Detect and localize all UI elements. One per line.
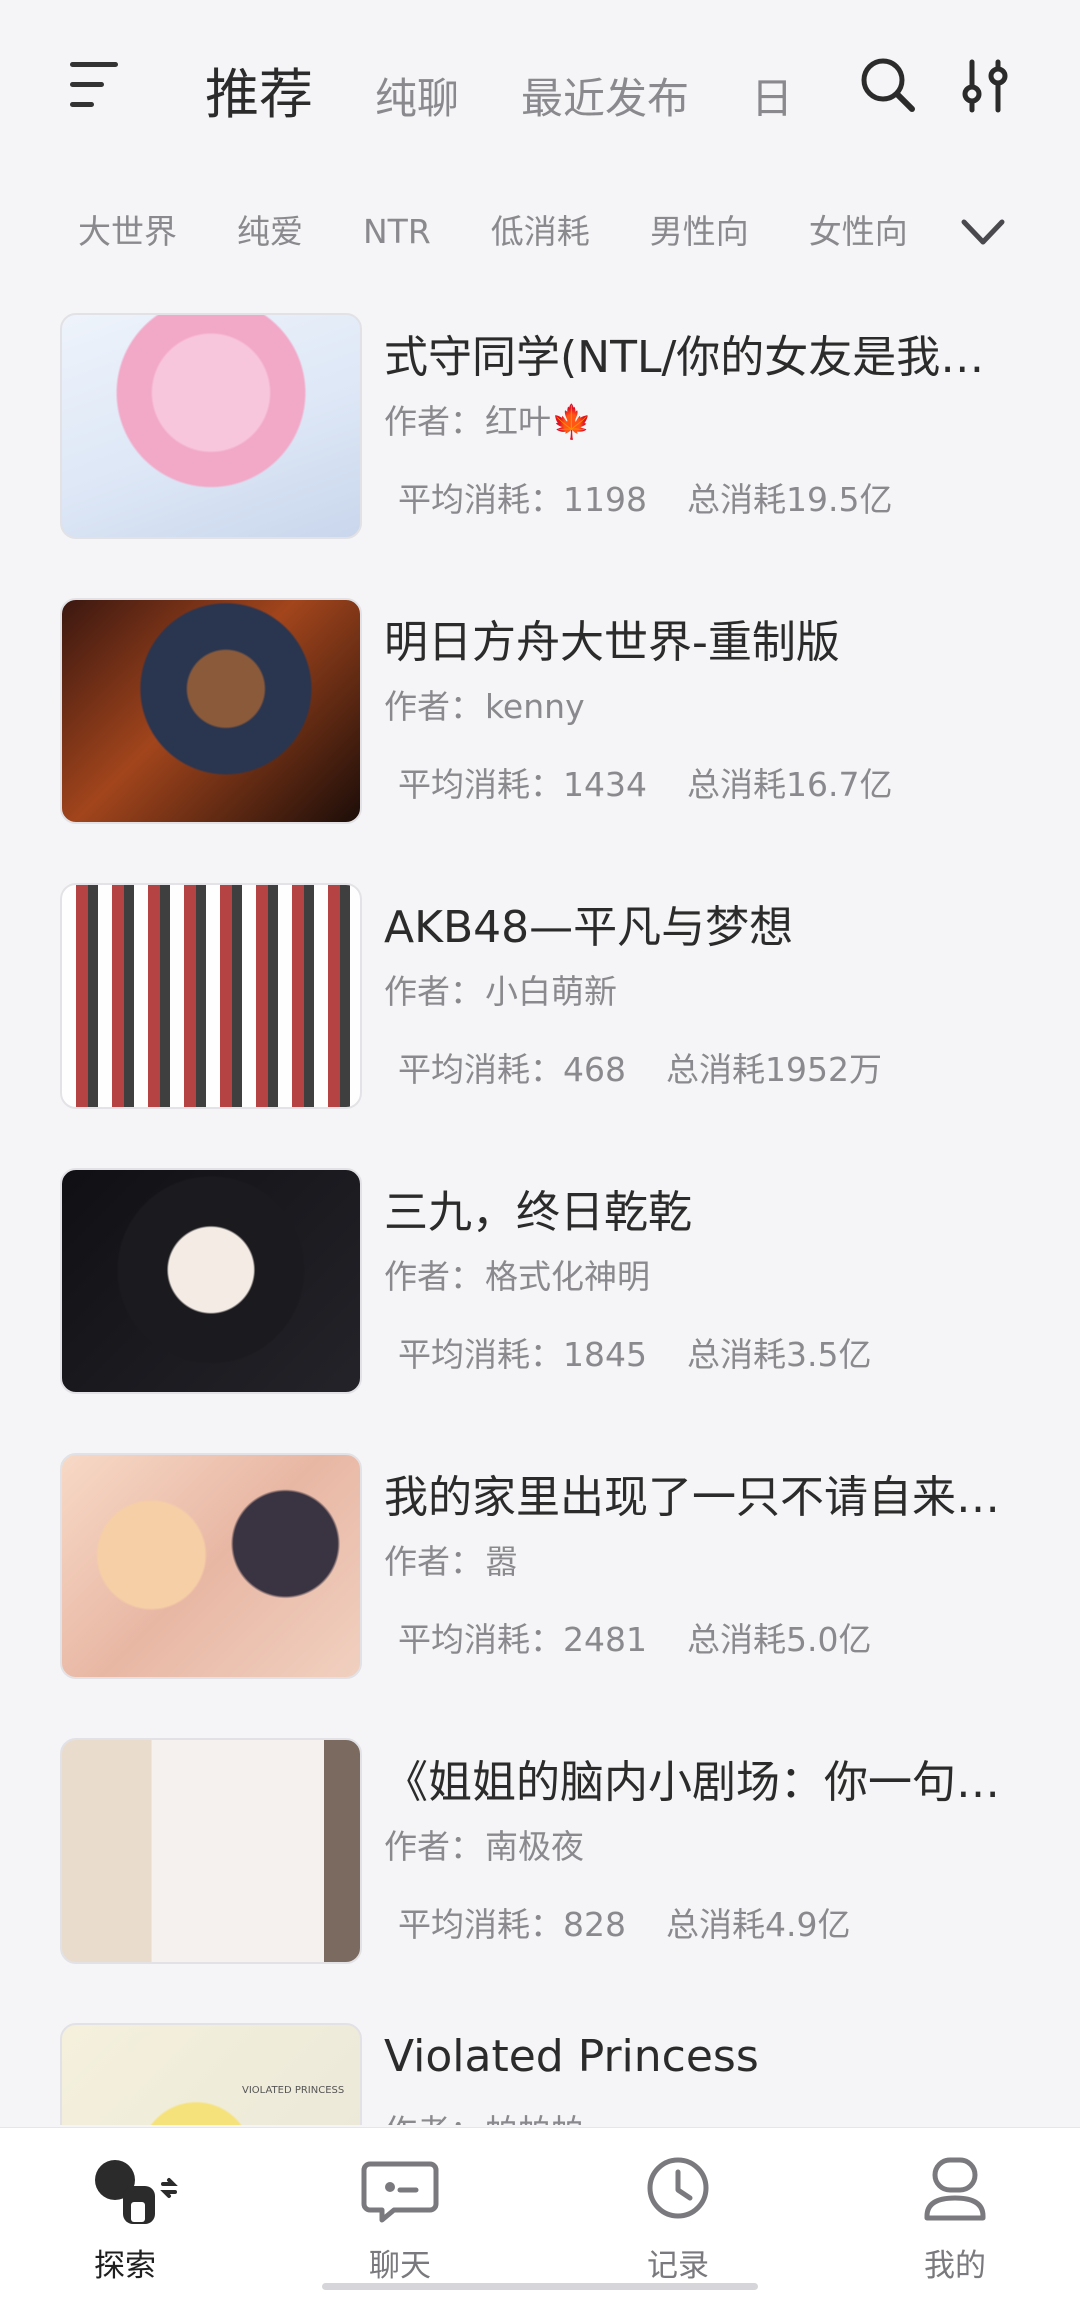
- category-male[interactable]: 男性向: [650, 205, 749, 253]
- item-stats: 平均消耗：1845 总消耗3.5亿: [398, 1335, 872, 1374]
- cover-image: [60, 1453, 362, 1679]
- item-title: 三九，终日乾乾: [384, 1187, 692, 1238]
- item-author: 作者：kenny: [384, 687, 585, 726]
- category-low-cost[interactable]: 低消耗: [491, 205, 590, 253]
- top-tabs: 推荐 纯聊 最近发布 日: [205, 50, 845, 130]
- cover-image: VIOLATED PRINCESS: [60, 2023, 362, 2125]
- item-title: 明日方舟大世界-重制版: [384, 617, 840, 668]
- item-stats: 平均消耗：2481 总消耗5.0亿: [398, 1620, 872, 1659]
- story-list: 式守同学(NTL/你的女友是我… 作者：红叶🍁 平均消耗：1198 总消耗19.5…: [0, 313, 1080, 2125]
- nav-profile[interactable]: 我的: [855, 2128, 1055, 2297]
- search-icon[interactable]: [858, 55, 918, 115]
- cover-image: [60, 883, 362, 1109]
- nav-explore[interactable]: 探索: [25, 2128, 225, 2297]
- tab-recent[interactable]: 最近发布: [521, 65, 689, 126]
- item-author: 作者：帕帕帕: [384, 2105, 584, 2125]
- explore-icon: [85, 2150, 178, 2230]
- cover-image: [60, 1738, 362, 1964]
- nav-label: 记录: [647, 2248, 709, 2284]
- category-female[interactable]: 女性向: [809, 205, 908, 253]
- item-author: 作者：格式化神明: [384, 1257, 650, 1296]
- tab-pure-chat[interactable]: 纯聊: [375, 65, 459, 126]
- item-author: 作者：南极夜: [384, 1827, 584, 1866]
- list-item[interactable]: 我的家里出现了一只不请自来… 作者：嚣 平均消耗：2481 总消耗5.0亿: [0, 1453, 1080, 1683]
- cover-image: [60, 313, 362, 539]
- category-pure-love[interactable]: 纯爱: [237, 205, 303, 253]
- list-item[interactable]: 《姐姐的脑内小剧场：你一句… 作者：南极夜 平均消耗：828 总消耗4.9亿: [0, 1738, 1080, 1968]
- item-title: 式守同学(NTL/你的女友是我…: [384, 332, 985, 383]
- category-open-world[interactable]: 大世界: [78, 205, 177, 253]
- list-item[interactable]: VIOLATED PRINCESS Violated Princess 作者：帕…: [0, 2023, 1080, 2125]
- item-author: 作者：嚣: [384, 1542, 518, 1581]
- item-stats: 平均消耗：828 总消耗4.9亿: [398, 1905, 851, 1944]
- item-stats: 平均消耗：1434 总消耗16.7亿: [398, 765, 893, 804]
- item-stats: 平均消耗：468 总消耗1952万: [398, 1050, 882, 1089]
- nav-history[interactable]: 记录: [578, 2128, 778, 2297]
- item-stats: 平均消耗：1198 总消耗19.5亿: [398, 480, 893, 519]
- nav-chat[interactable]: 聊天: [300, 2128, 500, 2297]
- bottom-nav: 探索 聊天 记录 我的: [0, 2127, 1080, 2297]
- tab-daily[interactable]: 日: [751, 65, 793, 126]
- item-title: 我的家里出现了一只不请自来…: [384, 1472, 1000, 1523]
- tab-recommend[interactable]: 推荐: [205, 50, 313, 129]
- category-ntr[interactable]: NTR: [363, 212, 431, 251]
- item-title: AKB48—平凡与梦想: [384, 902, 794, 953]
- item-title: 《姐姐的脑内小剧场：你一句…: [384, 1757, 1000, 1808]
- cover-image: [60, 1168, 362, 1394]
- item-title: Violated Princess: [384, 2031, 759, 2082]
- chat-icon: [360, 2150, 440, 2230]
- item-author: 作者：小白萌新: [384, 972, 617, 1011]
- top-bar: 推荐 纯聊 最近发布 日: [0, 0, 1080, 175]
- profile-icon: [915, 2150, 995, 2230]
- list-item[interactable]: 式守同学(NTL/你的女友是我… 作者：红叶🍁 平均消耗：1198 总消耗19.5…: [0, 313, 1080, 543]
- nav-label: 我的: [924, 2248, 986, 2284]
- home-indicator[interactable]: [322, 2283, 758, 2290]
- cover-caption: VIOLATED PRINCESS: [242, 2085, 345, 2096]
- category-bar: 大世界 纯爱 NTR 低消耗 男性向 女性向: [78, 205, 948, 265]
- menu-icon[interactable]: [70, 62, 122, 108]
- list-item[interactable]: AKB48—平凡与梦想 作者：小白萌新 平均消耗：468 总消耗1952万: [0, 883, 1080, 1113]
- nav-label: 探索: [94, 2248, 156, 2284]
- list-item[interactable]: 明日方舟大世界-重制版 作者：kenny 平均消耗：1434 总消耗16.7亿: [0, 598, 1080, 828]
- cover-image: [60, 598, 362, 824]
- category-fade: [905, 200, 965, 270]
- nav-label: 聊天: [369, 2248, 431, 2284]
- list-item[interactable]: 三九，终日乾乾 作者：格式化神明 平均消耗：1845 总消耗3.5亿: [0, 1168, 1080, 1398]
- clock-icon: [638, 2150, 718, 2230]
- chevron-down-icon[interactable]: [958, 212, 1008, 252]
- item-author: 作者：红叶🍁: [384, 402, 593, 441]
- sliders-icon[interactable]: [960, 58, 1012, 114]
